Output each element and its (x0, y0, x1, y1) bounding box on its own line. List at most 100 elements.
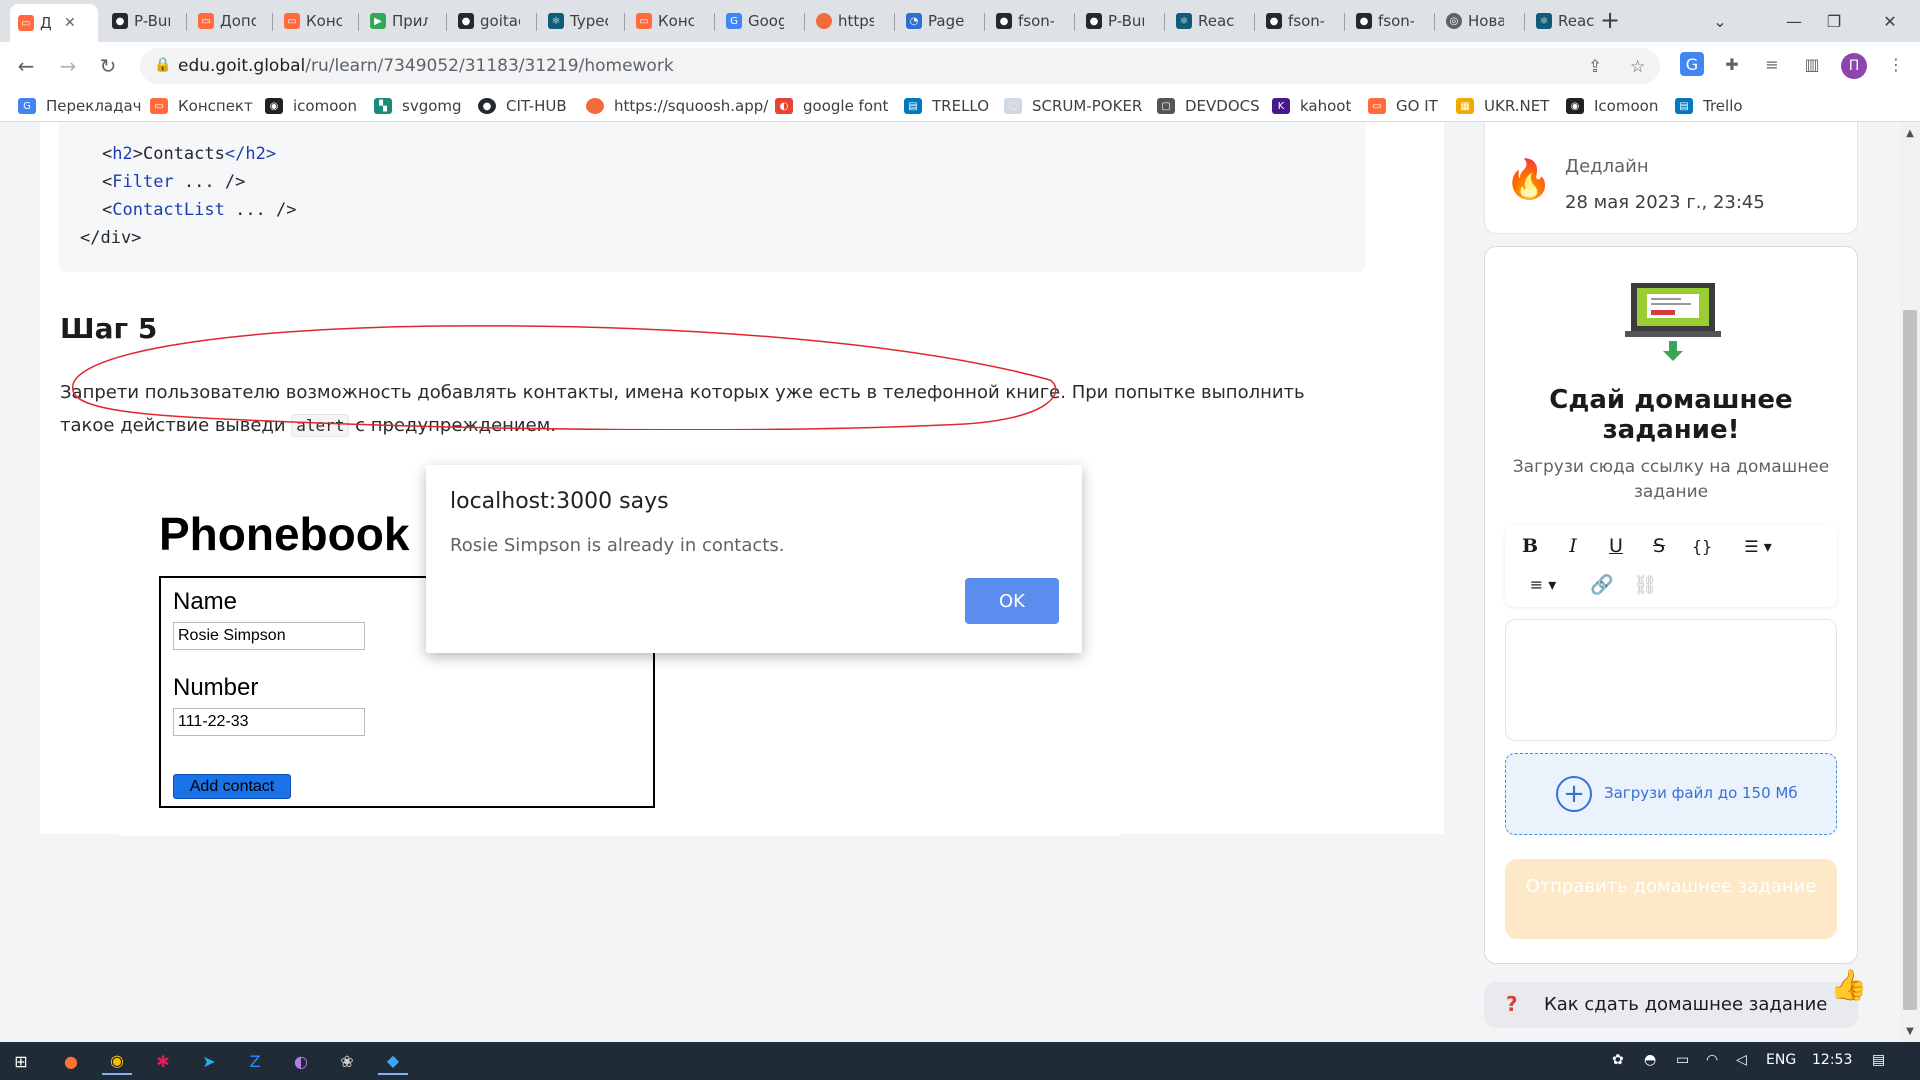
alert-ok-button[interactable]: OK (965, 578, 1059, 624)
align-dropdown-icon[interactable]: ≡ ▾ (1515, 569, 1571, 599)
page-scroll-down-icon[interactable]: ▼ (1900, 1022, 1920, 1040)
tab[interactable]: ◔ PageS (898, 6, 982, 36)
tab[interactable]: ● fson- (1348, 6, 1432, 36)
vscode-icon[interactable]: ◆ (378, 1047, 408, 1075)
tab-separator (714, 13, 715, 31)
firefox-icon[interactable]: ● (56, 1047, 86, 1075)
tab[interactable]: ▭ Допо (190, 6, 270, 36)
unlink-icon[interactable]: ⛓ (1630, 569, 1660, 599)
tab[interactable]: ▭ Конс (628, 6, 712, 36)
tab[interactable]: ⚛ Typec (540, 6, 622, 36)
file-upload-area[interactable]: + Загрузи файл до 150 Мб (1505, 753, 1837, 835)
tab-search-icon[interactable]: ⌄ (1690, 0, 1750, 42)
bookmark-star-icon[interactable]: ☆ (1630, 57, 1645, 77)
tab[interactable]: ● P-Bur (104, 6, 184, 36)
translate-icon: G (18, 98, 36, 114)
bookmark-item[interactable]: ● CIT-HUB (478, 95, 567, 117)
tab[interactable]: ⚛ React (1168, 6, 1252, 36)
tab[interactable]: https: (808, 6, 892, 36)
side-panel-icon[interactable]: ▥ (1800, 52, 1824, 76)
editor-toolbar: B I U S {} ☰ ▾ ≡ ▾ 🔗 ⛓ (1505, 525, 1837, 607)
chrome-icon[interactable]: ◉ (102, 1047, 132, 1075)
bookmark-item[interactable]: https://squoosh.app/ (586, 95, 768, 117)
bookmark-item[interactable]: ▭ GO IT (1368, 95, 1438, 117)
bookmark-item[interactable]: G Перекладач (18, 95, 142, 117)
slack-icon[interactable]: ✱ (148, 1047, 178, 1075)
extensions-puzzle-icon[interactable]: ✚ (1720, 52, 1744, 76)
address-bar[interactable]: 🔒 edu.goit.global/ru/learn/7349052/31183… (140, 48, 1660, 84)
bookmark-item[interactable]: Kkahoot (1272, 95, 1351, 117)
submit-homework-button[interactable]: Отправить домашнее задание (1505, 859, 1837, 939)
tab[interactable]: ● fson- (988, 6, 1072, 36)
kahoot-icon: K (1272, 98, 1290, 114)
browser-menu-icon[interactable]: ⋮ (1884, 52, 1908, 76)
share-icon[interactable]: ⇪ (1588, 57, 1602, 77)
deadline-label: Дедлайн (1565, 156, 1649, 177)
list-dropdown-icon[interactable]: ☰ ▾ (1730, 531, 1786, 561)
profile-avatar[interactable]: П (1841, 53, 1867, 79)
app-icon[interactable]: ❀ (332, 1047, 362, 1075)
telegram-icon[interactable]: ➤ (194, 1047, 224, 1075)
bookmark-item[interactable]: ◉ icomoon (265, 95, 357, 117)
tab-active[interactable]: ▭ Д ✕ (10, 4, 98, 42)
tab[interactable]: G Goog (718, 6, 802, 36)
tab[interactable]: ▭ Конс (276, 6, 356, 36)
page-scroll-up-icon[interactable]: ▲ (1900, 124, 1920, 142)
bookmark-item[interactable]: ▢ DEVDOCS (1157, 95, 1260, 117)
add-contact-button[interactable]: Add contact (173, 774, 291, 799)
forward-icon[interactable]: → (54, 52, 82, 80)
tray-app-icon[interactable]: ◓ (1644, 1052, 1656, 1068)
bookmark-item[interactable]: ▦ UKR.NET (1456, 95, 1549, 117)
back-icon[interactable]: ← (12, 52, 40, 80)
number-input[interactable]: 111-22-33 (173, 708, 365, 736)
tab-title: fson- (1378, 12, 1414, 30)
tab[interactable]: ● P-Bur (1078, 6, 1162, 36)
bookmark-item[interactable]: ▤ Trello (1675, 95, 1743, 117)
close-window-icon[interactable]: ✕ (1860, 0, 1920, 42)
tab-separator (186, 13, 187, 31)
bookmark-item[interactable]: ◌ SCRUM-POKER (1004, 95, 1142, 117)
github-desktop-icon[interactable]: ◐ (286, 1047, 316, 1075)
github-icon: ● (1266, 13, 1282, 29)
strikethrough-icon[interactable]: S (1644, 531, 1674, 561)
tab[interactable]: ◎ Нова (1438, 6, 1522, 36)
italic-icon[interactable]: I (1558, 531, 1588, 561)
tab-close-icon[interactable]: ✕ (64, 15, 76, 31)
page-scrollbar-thumb[interactable] (1903, 310, 1917, 1010)
code-block-icon[interactable]: {} (1687, 531, 1717, 561)
zoom-icon[interactable]: Z (240, 1047, 270, 1075)
volume-icon[interactable]: ◁ (1736, 1052, 1747, 1068)
restore-icon[interactable]: ❐ (1804, 0, 1864, 42)
code-token: < (102, 144, 113, 164)
bold-icon[interactable]: B (1515, 531, 1545, 561)
bookmark-label: UKR.NET (1484, 97, 1550, 115)
battery-icon[interactable]: ▭ (1676, 1052, 1689, 1068)
tray-app-icon[interactable]: ✿ (1612, 1052, 1624, 1068)
tab[interactable]: ▶ Прил (362, 6, 444, 36)
tab[interactable]: ● goitac (450, 6, 534, 36)
bookmark-label: GO IT (1396, 97, 1438, 115)
bookmark-item[interactable]: ◐ google font (775, 95, 888, 117)
language-indicator[interactable]: ENG (1766, 1052, 1796, 1068)
reload-icon[interactable]: ↻ (94, 52, 122, 80)
clock[interactable]: 12:53 (1812, 1052, 1852, 1068)
bookmark-item[interactable]: ◉ Icomoon (1566, 95, 1658, 117)
bookmark-item[interactable]: ▭ Конспект (150, 95, 253, 117)
google-translate-icon: G (726, 13, 742, 29)
wifi-icon[interactable]: ◠ (1706, 1052, 1718, 1068)
notifications-icon[interactable]: ▤ (1872, 1052, 1885, 1068)
windows-start-icon[interactable]: ⊞ (6, 1047, 36, 1075)
new-tab-button[interactable]: + (1600, 6, 1620, 34)
translate-extension-icon[interactable]: G (1680, 52, 1704, 76)
underline-icon[interactable]: U (1601, 531, 1631, 561)
tab-separator (1164, 13, 1165, 31)
tab[interactable]: ● fson- (1258, 6, 1342, 36)
bookmark-item[interactable]: ▤ TRELLO (904, 95, 989, 117)
media-queue-icon[interactable]: ≡ (1760, 52, 1784, 76)
homework-link-editor[interactable] (1505, 619, 1837, 741)
homework-submit-card: Сдай домашнее задание! Загрузи сюда ссыл… (1484, 246, 1858, 964)
link-icon[interactable]: 🔗 (1587, 569, 1617, 599)
bookmark-item[interactable]: ▚ svgomg (374, 95, 462, 117)
name-input[interactable]: Rosie Simpson (173, 622, 365, 650)
how-to-submit-link[interactable]: ? Как сдать домашнее задание (1484, 982, 1858, 1028)
